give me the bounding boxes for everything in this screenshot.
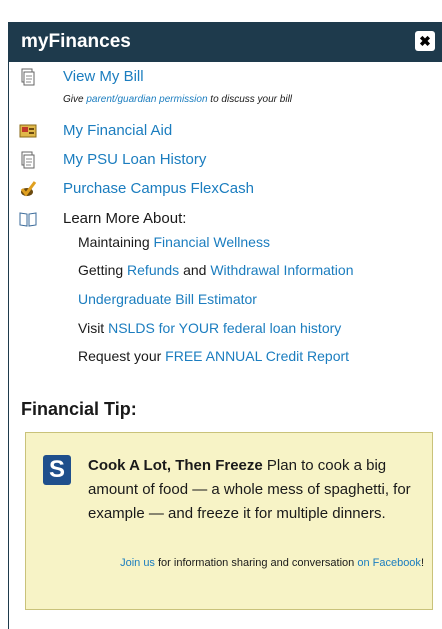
learn-item-refunds: Getting Refunds and Withdrawal Informati…: [78, 260, 354, 280]
document-icon: [21, 151, 35, 169]
nslds-text: Visit: [78, 320, 109, 336]
note-text-end: to discuss your bill: [207, 94, 293, 105]
tip-logo-letter: S: [48, 456, 65, 483]
financial-wellness-link[interactable]: Financial Wellness: [154, 234, 270, 250]
financial-aid-link[interactable]: My Financial Aid: [63, 120, 172, 142]
tip-footer-text: for information sharing and conversation: [154, 557, 358, 569]
learn-more-label: Learn More About:: [63, 210, 187, 227]
myfinances-panel: myFinances ✖ View My Bill Give parent/gu…: [8, 22, 442, 629]
withdrawal-link[interactable]: Withdrawal Information: [210, 262, 353, 278]
tip-footer: Join us for information sharing and conv…: [44, 553, 424, 573]
tip-box: S Cook A Lot, Then Freeze Plan to cook a…: [25, 432, 433, 610]
refunds-link[interactable]: Refunds: [127, 262, 179, 278]
nslds-link[interactable]: NSLDS for YOUR federal loan history: [108, 320, 341, 336]
credit-report-link[interactable]: FREE ANNUAL Credit Report: [165, 348, 349, 364]
document-icon: [21, 68, 35, 86]
menu-item-loan-history[interactable]: My PSU Loan History: [19, 149, 319, 171]
tip-logo-icon: S: [43, 455, 71, 485]
wellness-text: Maintaining: [78, 234, 154, 250]
panel-content: View My Bill Give parent/guardian permis…: [9, 62, 442, 629]
refunds-and-text: and: [179, 262, 211, 278]
refunds-text: Getting: [78, 262, 128, 278]
learn-item-nslds: Visit NSLDS for YOUR federal loan histor…: [78, 318, 341, 338]
close-icon: ✖: [419, 33, 431, 49]
titlebar: myFinances ✖: [9, 22, 442, 62]
book-icon: [19, 212, 37, 227]
financial-aid-icon: [19, 124, 37, 138]
tip-text: Cook A Lot, Then Freeze Plan to cook a b…: [88, 454, 418, 526]
join-us-link[interactable]: Join us: [120, 557, 155, 569]
loan-history-link[interactable]: My PSU Loan History: [63, 149, 206, 171]
panel-title: myFinances: [21, 31, 131, 52]
menu-item-financial-aid[interactable]: My Financial Aid: [19, 120, 319, 142]
learn-more-heading: Learn More About:: [19, 208, 319, 230]
facebook-link[interactable]: on Facebook: [357, 557, 421, 569]
tip-title: Cook A Lot, Then Freeze: [88, 457, 263, 474]
learn-item-credit: Request your FREE ANNUAL Credit Report: [78, 346, 349, 366]
checkmark-icon: [20, 181, 37, 197]
view-bill-link[interactable]: View My Bill: [63, 66, 144, 88]
flexcash-link[interactable]: Purchase Campus FlexCash: [63, 178, 254, 200]
learn-item-estimator: Undergraduate Bill Estimator: [78, 289, 257, 309]
menu-item-flexcash[interactable]: Purchase Campus FlexCash: [19, 178, 319, 200]
menu-item-view-bill[interactable]: View My Bill: [19, 66, 319, 88]
tip-footer-bang: !: [420, 557, 424, 569]
permission-note: Give parent/guardian permission to discu…: [63, 94, 292, 105]
note-text: Give: [63, 94, 87, 105]
close-button[interactable]: ✖: [415, 31, 435, 51]
bill-estimator-link[interactable]: Undergraduate Bill Estimator: [78, 291, 257, 307]
permission-link[interactable]: parent/guardian permission: [86, 94, 207, 105]
credit-text: Request your: [78, 348, 166, 364]
tip-heading: Financial Tip:: [21, 399, 137, 419]
learn-item-wellness: Maintaining Financial Wellness: [78, 232, 270, 252]
